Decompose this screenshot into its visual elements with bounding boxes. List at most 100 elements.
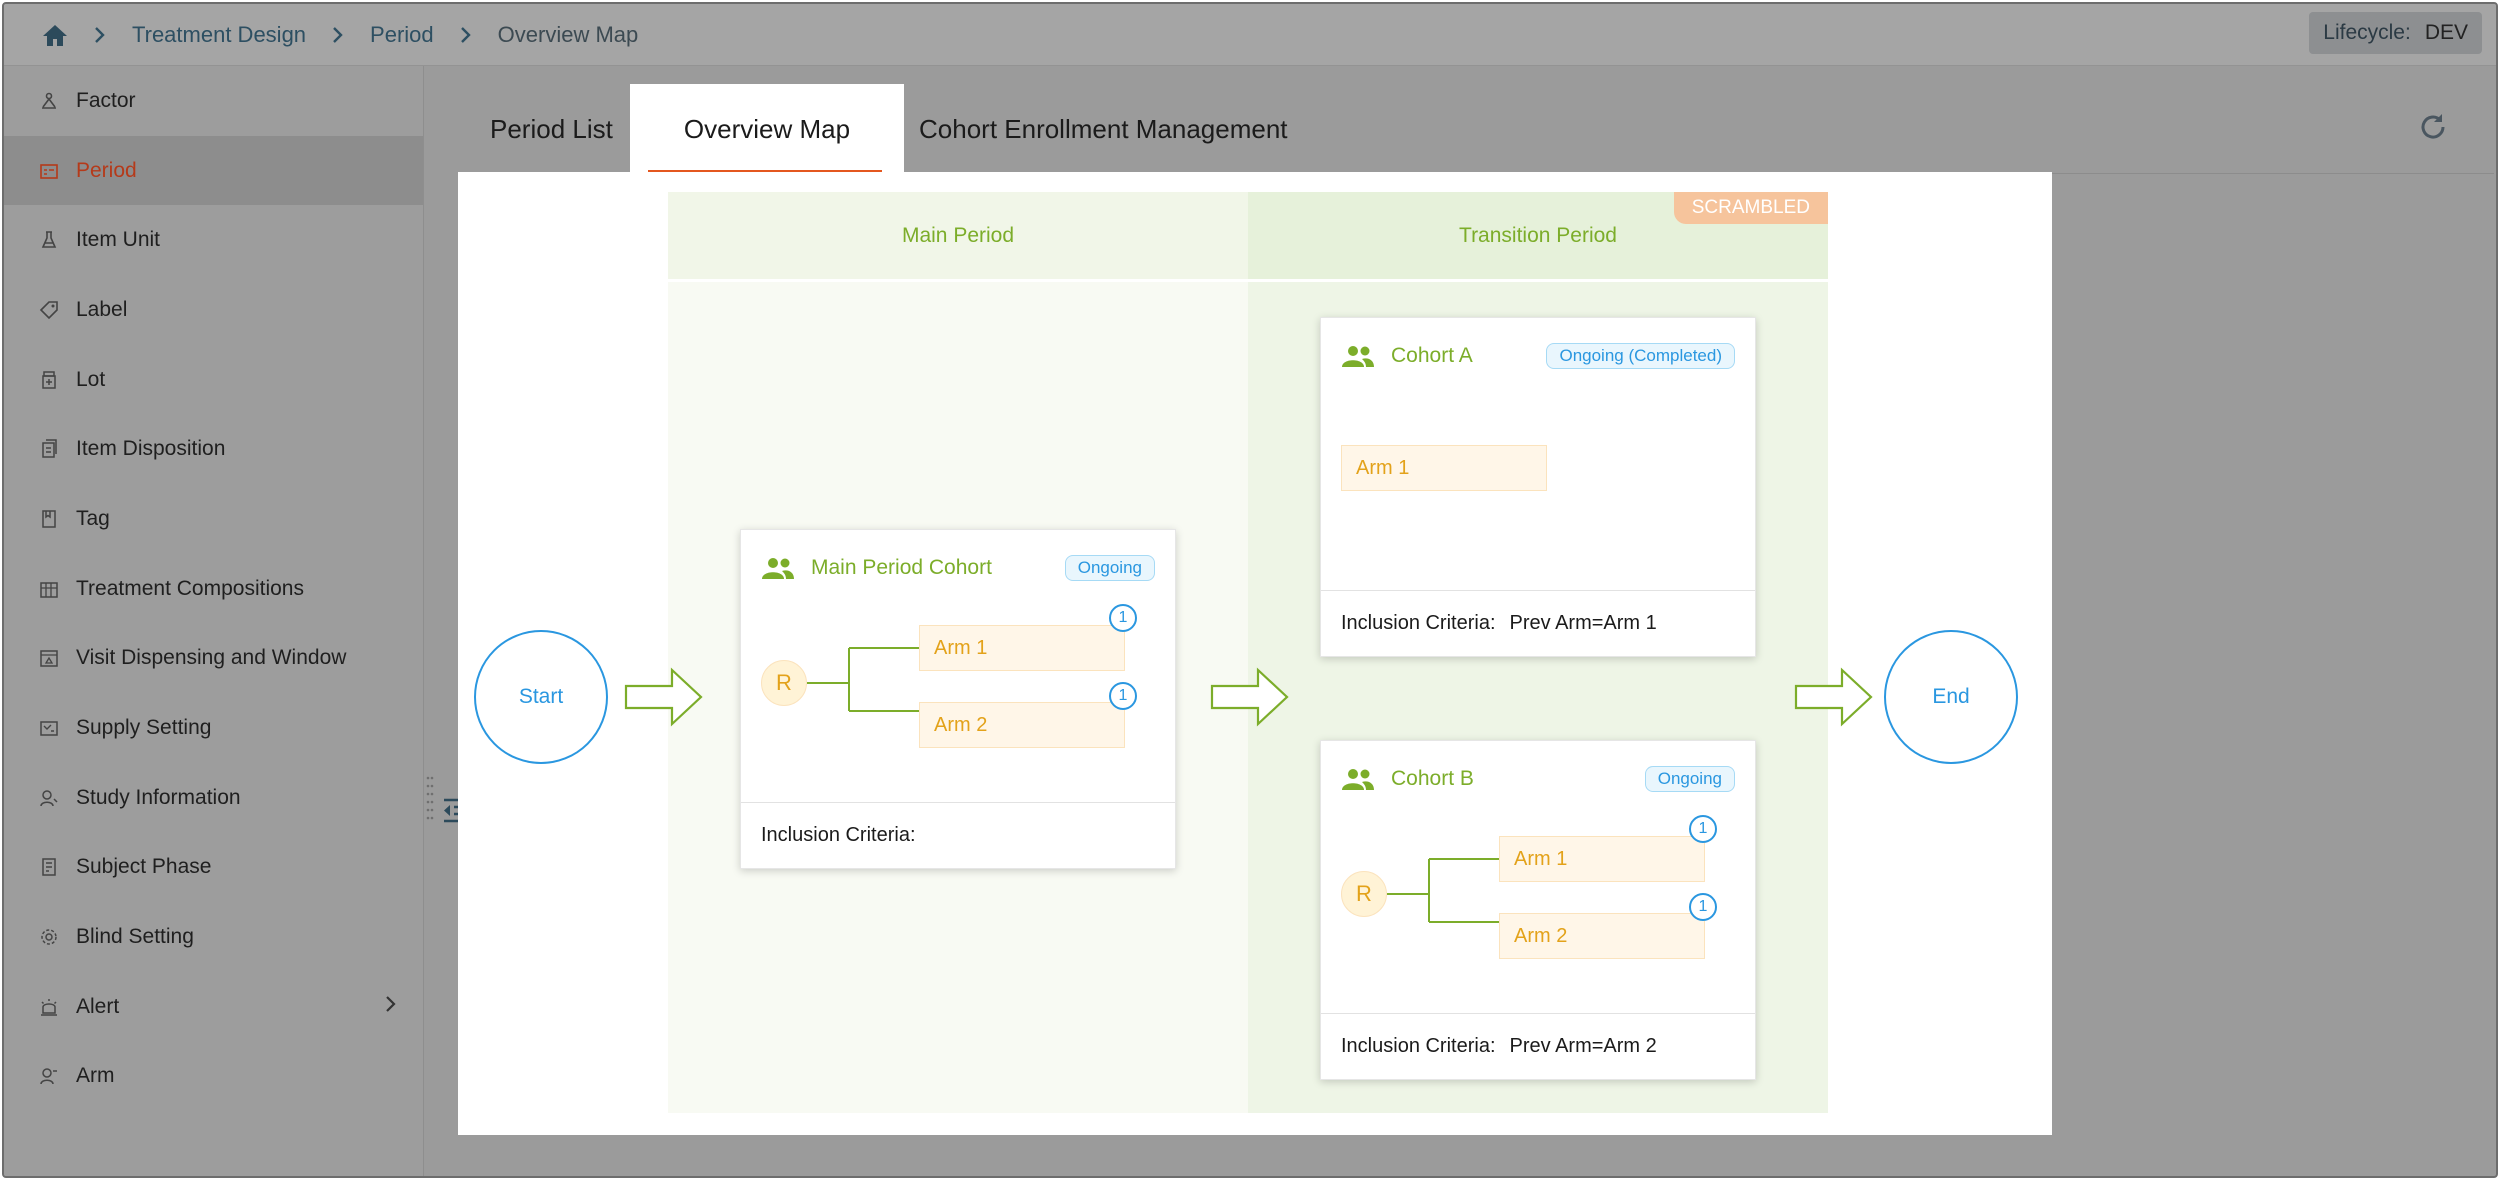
cohort-name: Cohort B	[1391, 767, 1474, 790]
sidebar-item-item-disposition[interactable]: Item Disposition	[4, 414, 423, 484]
refresh-icon[interactable]	[2416, 110, 2450, 144]
people-icon	[1341, 344, 1375, 368]
chevron-right-icon	[385, 995, 397, 1019]
criteria-label: Inclusion Criteria:	[1341, 612, 1496, 634]
main-period-title: Main Period	[668, 192, 1248, 282]
sidebar-item-label: Tag	[76, 506, 110, 530]
sidebar-item-study-information[interactable]: Study Information	[4, 763, 423, 833]
inclusion-criteria: Inclusion Criteria: Prev Arm=Arm 2	[1321, 1013, 1755, 1079]
status-badge: Ongoing (Completed)	[1546, 343, 1735, 369]
sidebar-item-tag[interactable]: Tag	[4, 484, 423, 554]
cohort-b-card[interactable]: Cohort B Ongoing R Arm 1 1 Arm 2 1 Inclu…	[1320, 740, 1756, 1080]
criteria-value: Prev Arm=Arm 2	[1509, 1035, 1657, 1057]
arm-box[interactable]: Arm 2	[919, 702, 1125, 748]
supply-icon	[38, 717, 60, 739]
sidebar-item-subject-phase[interactable]: Subject Phase	[4, 833, 423, 903]
sidebar-item-factor[interactable]: Factor	[4, 66, 423, 136]
cohort-name: Cohort A	[1391, 344, 1473, 367]
study-icon	[38, 787, 60, 809]
sidebar-item-label: Treatment Compositions	[76, 576, 304, 600]
lifecycle-value: DEV	[2424, 21, 2468, 44]
app-window: Treatment Design Period Overview Map Lif…	[2, 2, 2498, 1178]
arm-box[interactable]: Arm 1	[1499, 836, 1705, 882]
overview-map-canvas: Main Period Main Period Cohort Ongoing R…	[458, 172, 2052, 1135]
transition-period-column: Transition Period SCRAMBLED Cohort A Ong…	[1248, 192, 1828, 1113]
sidebar-item-label: Period	[76, 158, 137, 182]
cohort-header: Cohort B Ongoing	[1341, 759, 1735, 799]
cohort-header: Main Period Cohort Ongoing	[761, 548, 1155, 588]
sidebar-item-visit-dispensing[interactable]: Visit Dispensing and Window	[4, 624, 423, 694]
tag-label-icon	[38, 299, 60, 321]
cohort-a-card[interactable]: Cohort A Ongoing (Completed) Arm 1 Inclu…	[1320, 317, 1756, 657]
sidebar: Factor Period Item Unit Label Lot Item D…	[4, 66, 424, 1176]
sidebar-item-supply-setting[interactable]: Supply Setting	[4, 693, 423, 763]
main-period-cohort-card[interactable]: Main Period Cohort Ongoing R Arm 1 1 Arm…	[740, 529, 1176, 869]
sidebar-item-label: Supply Setting	[76, 716, 212, 740]
chevron-right-icon	[460, 26, 472, 44]
tab-overview-map[interactable]: Overview Map	[630, 84, 904, 174]
compositions-icon	[38, 578, 60, 600]
people-icon	[1341, 767, 1375, 791]
breadcrumb: Treatment Design Period Overview Map	[42, 4, 638, 66]
randomizer-node: R	[1341, 871, 1387, 917]
inclusion-criteria: Inclusion Criteria: Prev Arm=Arm 1	[1321, 590, 1755, 656]
arm-box[interactable]: Arm 1	[919, 625, 1125, 671]
sidebar-item-alert[interactable]: Alert	[4, 972, 423, 1042]
scrambled-tag: SCRAMBLED	[1673, 192, 1828, 224]
end-node: End	[1884, 630, 2018, 764]
status-badge: Ongoing	[1064, 555, 1155, 581]
sidebar-item-label: Study Information	[76, 785, 241, 809]
sidebar-item-lot[interactable]: Lot	[4, 345, 423, 415]
breadcrumb-overview-map: Overview Map	[497, 22, 639, 47]
main-period-column: Main Period Main Period Cohort Ongoing R…	[668, 192, 1248, 1113]
arm-count-badge: 1	[1109, 682, 1137, 710]
flow-arrow-icon	[1794, 667, 1873, 727]
chevron-right-icon	[332, 26, 344, 44]
top-bar: Treatment Design Period Overview Map Lif…	[4, 4, 2496, 66]
lifecycle-label: Lifecycle:	[2323, 21, 2411, 44]
arm-box[interactable]: Arm 2	[1499, 913, 1705, 959]
sidebar-resize-handle[interactable]	[426, 774, 434, 824]
arm-count-badge: 1	[1689, 893, 1717, 921]
sidebar-item-blind-setting[interactable]: Blind Setting	[4, 902, 423, 972]
sidebar-item-label: Subject Phase	[76, 855, 212, 879]
sidebar-item-label: Blind Setting	[76, 925, 194, 949]
alert-icon	[38, 996, 60, 1018]
status-badge: Ongoing	[1644, 766, 1735, 792]
breadcrumb-treatment-design[interactable]: Treatment Design	[132, 22, 306, 48]
tab-period-list[interactable]: Period List	[490, 84, 613, 174]
sidebar-item-period[interactable]: Period	[4, 135, 423, 206]
sidebar-item-label: Factor	[76, 88, 136, 112]
sidebar-item-arm[interactable]: Arm	[4, 1042, 423, 1112]
sidebar-item-treatment-compositions[interactable]: Treatment Compositions	[4, 554, 423, 624]
sidebar-item-label[interactable]: Label	[4, 275, 423, 345]
tab-cohort-enrollment[interactable]: Cohort Enrollment Management	[919, 84, 1288, 174]
lot-icon	[38, 369, 60, 391]
inclusion-criteria: Inclusion Criteria:	[741, 802, 1175, 868]
tab-label: Overview Map	[683, 113, 851, 144]
tab-bar: Period List Overview Map Cohort Enrollme…	[464, 66, 2494, 174]
home-icon[interactable]	[42, 22, 68, 48]
lifecycle-badge: Lifecycle: DEV	[2309, 12, 2482, 54]
flow-arrow-icon	[1210, 667, 1289, 727]
breadcrumb-period[interactable]: Period	[370, 22, 434, 48]
phase-icon	[38, 856, 60, 878]
sidebar-item-label: Item Unit	[76, 228, 161, 252]
sidebar-item-label: Visit Dispensing and Window	[76, 646, 347, 670]
arm-icon	[38, 1065, 60, 1087]
criteria-label: Inclusion Criteria:	[1341, 1035, 1496, 1057]
arm-box[interactable]: Arm 1	[1341, 445, 1547, 491]
chevron-right-icon	[94, 26, 106, 44]
start-node: Start	[474, 630, 608, 764]
flow-arrow-icon	[624, 667, 703, 727]
cohort-header: Cohort A Ongoing (Completed)	[1341, 336, 1735, 376]
randomizer-node: R	[761, 660, 807, 706]
arm-count-badge: 1	[1689, 815, 1717, 843]
sidebar-item-item-unit[interactable]: Item Unit	[4, 205, 423, 275]
sidebar-item-label: Arm	[76, 1064, 115, 1088]
visit-icon	[38, 647, 60, 669]
disposition-icon	[38, 438, 60, 460]
tag-icon	[38, 508, 60, 530]
cohort-name: Main Period Cohort	[811, 556, 992, 579]
factor-icon	[38, 90, 60, 112]
